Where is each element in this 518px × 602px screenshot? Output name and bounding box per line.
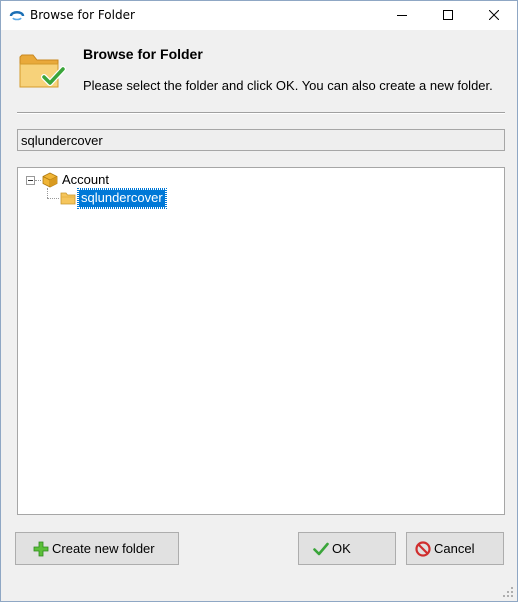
window-title: Browse for Folder [30,8,135,22]
plus-icon [33,541,49,556]
tree-node-sqlundercover[interactable]: sqlundercover [77,188,167,209]
ok-label: OK [332,541,351,556]
title-bar[interactable]: Browse for Folder [1,1,517,30]
app-logo-icon [9,8,25,22]
cancel-button[interactable]: Cancel [406,532,504,565]
minimize-button[interactable] [379,1,425,30]
create-folder-label: Create new folder [52,541,155,556]
header-divider [17,112,505,114]
tree-connector [47,188,48,198]
header-title: Browse for Folder [83,46,203,62]
tree-node-account[interactable]: Account [62,172,109,187]
close-button[interactable] [471,1,517,30]
browse-folder-dialog: Browse for Folder Browse for Folder Plea… [0,0,518,602]
header-description: Please select the folder and click OK. Y… [83,78,493,93]
package-icon [42,172,58,188]
check-icon [313,542,329,555]
cancel-label: Cancel [434,541,475,556]
cancel-icon [415,540,431,557]
tree-connector [47,198,59,199]
maximize-button[interactable] [425,1,471,30]
create-folder-button[interactable]: Create new folder [15,532,179,565]
resize-grip-icon[interactable] [502,586,514,598]
tree-connector [35,180,41,181]
folder-icon [60,191,76,205]
ok-button[interactable]: OK [298,532,396,565]
tree-collapse-toggle[interactable] [26,176,35,185]
folder-path-input[interactable] [17,129,505,151]
folder-check-icon [18,49,66,91]
folder-tree[interactable]: Account sqlundercover [17,167,505,515]
